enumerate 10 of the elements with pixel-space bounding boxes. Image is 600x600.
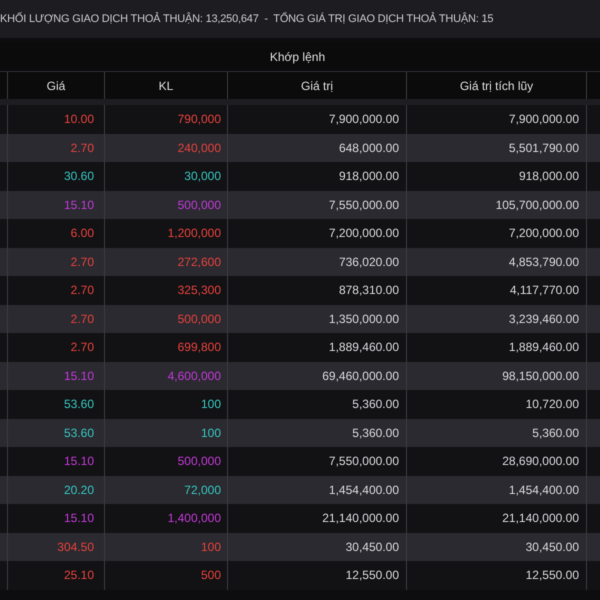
table-cell: 12,550.00 (407, 561, 587, 590)
column-header: Giá trị (228, 72, 407, 99)
group-header: Khớp lệnh (268, 48, 326, 66)
summary-text: KHỐI LƯỢNG GIAO DỊCH THOẢ THUẬN: 13,250,647 - TỔNG GIÁ TRỊ GIAO DỊCH THOẢ THUẬN: 15 (0, 11, 494, 27)
column-header: Giá trị tích lũy (407, 72, 587, 99)
column-header: KL (105, 72, 228, 99)
column-header: Giá (8, 72, 105, 99)
table-cell: 25.10 (8, 561, 105, 590)
table-cell: 12,550.00 (228, 561, 407, 590)
table-cell: 500 (105, 561, 228, 590)
